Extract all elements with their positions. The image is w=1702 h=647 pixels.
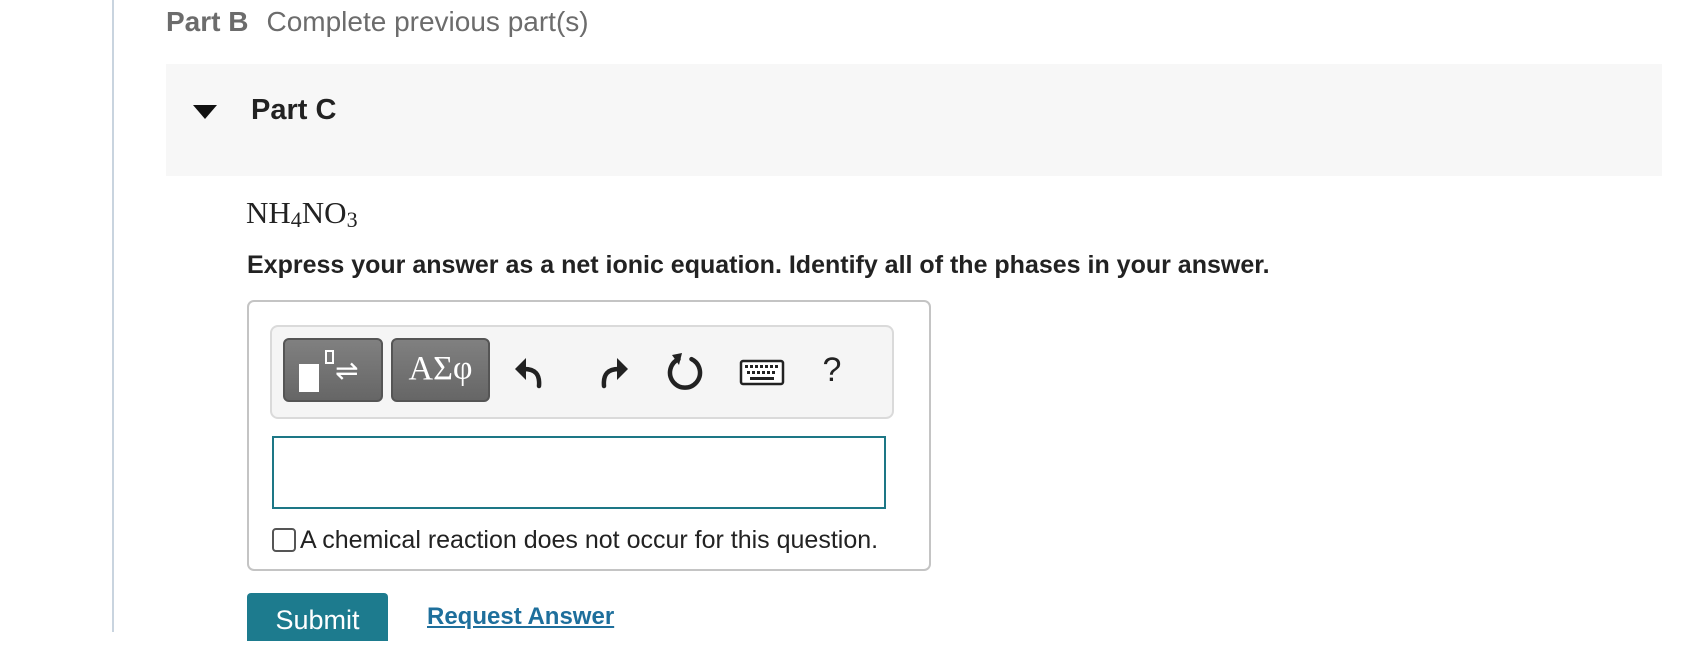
no-reaction-option[interactable]: A chemical reaction does not occur for t…: [272, 522, 878, 558]
question-instruction: Express your answer as a net ionic equat…: [247, 251, 1270, 279]
part-b-label: Part B: [166, 6, 249, 37]
keyboard-button[interactable]: [737, 341, 787, 399]
answer-panel: ⇌ ΑΣφ ? A chemical reaction does not occ…: [247, 300, 931, 571]
answer-input[interactable]: [272, 436, 886, 509]
chemical-formula: NH4NO3: [246, 195, 358, 232]
reset-button[interactable]: [660, 341, 710, 399]
help-button[interactable]: ?: [807, 341, 857, 399]
equation-toolbar: ⇌ ΑΣφ ?: [270, 325, 894, 419]
undo-icon: [515, 358, 542, 389]
submit-button[interactable]: Submit: [247, 593, 388, 641]
reset-icon: [667, 353, 703, 390]
undo-button[interactable]: [509, 341, 559, 399]
no-reaction-checkbox[interactable]: [272, 528, 296, 552]
greek-symbols-button[interactable]: ΑΣφ: [391, 338, 490, 402]
part-c-header[interactable]: Part C: [166, 64, 1662, 176]
no-reaction-label[interactable]: A chemical reaction does not occur for t…: [300, 522, 878, 558]
part-b-row: Part B Complete previous part(s): [166, 4, 589, 40]
redo-button[interactable]: [584, 341, 634, 399]
left-divider: [112, 0, 114, 632]
part-c-title: Part C: [251, 94, 337, 126]
templates-button[interactable]: ⇌: [283, 338, 383, 402]
redo-icon: [601, 358, 628, 389]
request-answer-link[interactable]: Request Answer: [427, 600, 614, 634]
keyboard-icon: [739, 359, 785, 386]
collapse-caret-icon[interactable]: [193, 105, 217, 119]
part-b-status: Complete previous part(s): [266, 6, 589, 37]
